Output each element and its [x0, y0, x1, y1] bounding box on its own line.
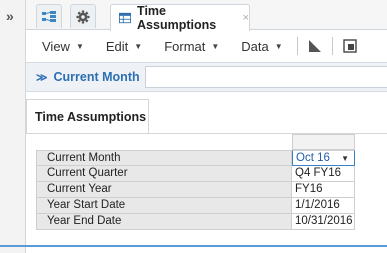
column-header — [292, 134, 355, 150]
window-button[interactable] — [341, 37, 359, 55]
window-icon — [342, 39, 357, 53]
data-cell[interactable]: 10/31/2016 — [292, 214, 355, 230]
form-grid-icon — [119, 12, 132, 24]
table-row: Year Start Date 1/1/2016 — [36, 198, 387, 214]
data-grid: Current Month Oct 16 ▼ Current Quarter Q… — [36, 134, 387, 230]
menu-view[interactable]: View ▼ — [42, 39, 84, 54]
menu-bar: View ▼ Edit ▼ Format ▼ Data ▼ — [26, 31, 387, 61]
hierarchy-icon — [42, 10, 56, 22]
tab-hierarchy[interactable] — [36, 4, 62, 28]
row-header: Current Quarter — [36, 166, 292, 182]
row-header: Current Month — [36, 150, 292, 166]
grid-corner — [36, 134, 292, 150]
pov-bar: ≫ Current Month — [26, 62, 387, 92]
tab-label: Time Assumptions — [137, 4, 217, 32]
data-cell[interactable]: 1/1/2016 — [292, 198, 355, 214]
chevron-down-icon: ▼ — [75, 41, 84, 51]
bottom-rule — [0, 245, 387, 247]
chart-button[interactable] — [306, 37, 324, 55]
menu-divider — [331, 37, 333, 55]
data-cell[interactable]: FY16 — [292, 182, 355, 198]
tab-bar: Time Assumptions × — [26, 0, 387, 32]
current-month-select[interactable]: Oct 16 ▼ — [292, 150, 355, 166]
tab-time-assumptions[interactable]: Time Assumptions × — [110, 4, 250, 32]
chevron-down-icon: ▼ — [274, 41, 283, 51]
cell-value: Oct 16 — [296, 152, 330, 164]
chevron-down-icon[interactable]: ▼ — [341, 151, 349, 166]
pov-member-box[interactable] — [145, 66, 387, 88]
table-row: Current Month Oct 16 ▼ — [36, 150, 387, 166]
table-row: Current Quarter Q4 FY16 — [36, 166, 387, 182]
grid-header — [36, 134, 387, 150]
data-cell[interactable]: Q4 FY16 — [292, 166, 355, 182]
grid-body: Current Month Oct 16 ▼ Current Quarter Q… — [36, 150, 387, 230]
table-row: Current Year FY16 — [36, 182, 387, 198]
menu-edit-label: Edit — [105, 38, 129, 54]
pov-label[interactable]: Current Month — [54, 70, 140, 84]
left-collapse-rail: » — [0, 0, 26, 253]
row-header: Year Start Date — [36, 198, 292, 214]
chart-icon — [308, 40, 321, 52]
menu-edit[interactable]: Edit ▼ — [106, 39, 142, 54]
menu-view-label: View — [42, 38, 70, 54]
close-tab-icon[interactable]: × — [243, 12, 249, 24]
menu-data-label: Data — [241, 38, 269, 54]
menu-divider — [296, 37, 298, 55]
menu-data[interactable]: Data ▼ — [241, 39, 282, 54]
menu-format-label: Format — [164, 38, 206, 54]
collapse-pov-icon[interactable]: ≫ — [36, 71, 48, 84]
expand-icon[interactable]: » — [6, 8, 14, 24]
menu-format[interactable]: Format ▼ — [164, 39, 219, 54]
gear-icon — [76, 10, 90, 23]
row-header: Year End Date — [36, 214, 292, 230]
chevron-down-icon: ▼ — [211, 41, 220, 51]
form-tab-time-assumptions[interactable]: Time Assumptions — [26, 99, 149, 133]
table-row: Year End Date 10/31/2016 — [36, 214, 387, 230]
chevron-down-icon: ▼ — [134, 41, 143, 51]
row-header: Current Year — [36, 182, 292, 198]
tab-settings[interactable] — [70, 4, 96, 28]
